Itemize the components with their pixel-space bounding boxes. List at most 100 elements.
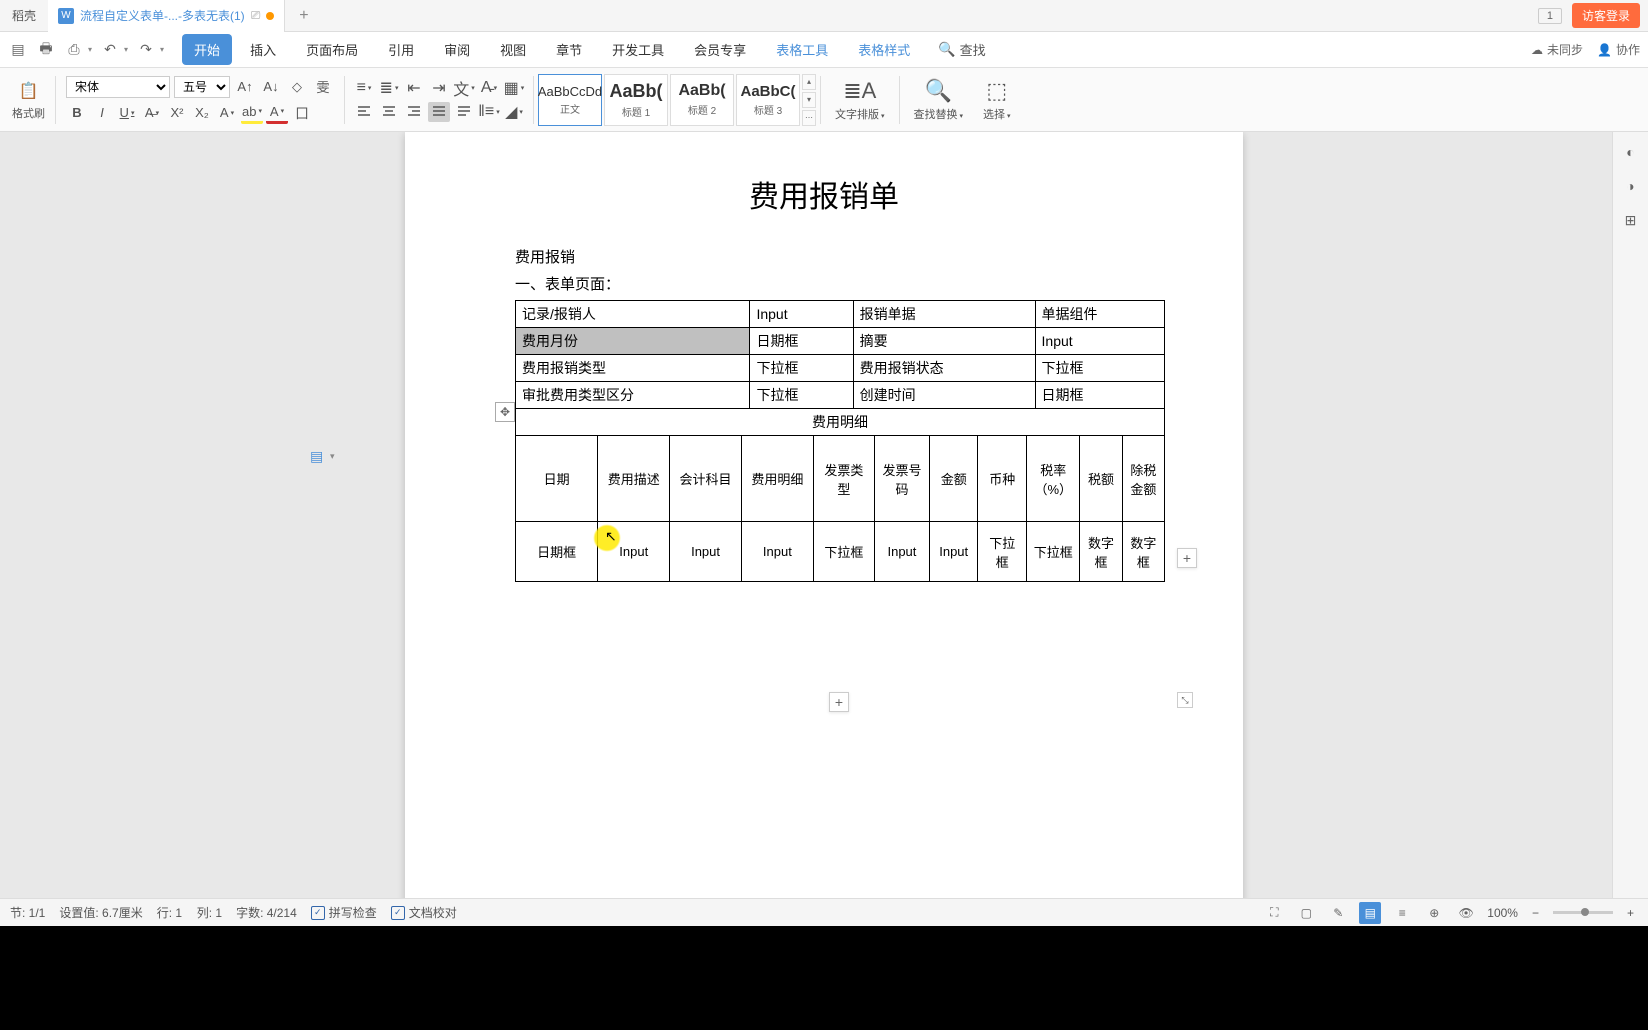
add-column-button[interactable]: + [1177, 548, 1197, 568]
superscript-button[interactable]: X² [166, 102, 188, 124]
bullet-list-button[interactable]: ≡▾ [353, 78, 375, 98]
number-list-button[interactable]: ≣▾ [378, 78, 400, 98]
fullscreen-view-button[interactable]: ⛶ [1263, 902, 1285, 924]
edit-view-button[interactable]: ✎ [1327, 902, 1349, 924]
print-preview-icon[interactable]: ⎙ [64, 40, 84, 60]
italic-button[interactable]: I [91, 102, 113, 124]
highlight-button[interactable]: ab▾ [241, 102, 263, 124]
undo-dropdown-icon[interactable]: ▾ [124, 45, 128, 54]
document-tab[interactable]: W 流程自定义表单-...-多表无表(1) ⎚ [48, 0, 285, 32]
zoom-in-button[interactable]: + [1623, 906, 1638, 920]
home-tab[interactable]: 稻壳 [0, 7, 48, 24]
subscript-button[interactable]: X₂ [191, 102, 213, 124]
undo-icon[interactable]: ↶ [100, 40, 120, 60]
increase-indent-button[interactable]: ⇥ [428, 78, 450, 98]
tab-insert[interactable]: 插入 [238, 34, 288, 65]
dropdown-icon[interactable]: ▾ [330, 451, 335, 462]
bold-button[interactable]: B [66, 102, 88, 124]
text-direction-button[interactable]: 文▾ [453, 78, 475, 98]
status-wordcount[interactable]: 字数: 4/214 [236, 904, 297, 921]
detail-table[interactable]: 日期 费用描述 会计科目 费用明细 发票类型 发票号码 金额 币种 税率（%） … [515, 435, 1165, 582]
redo-icon[interactable]: ↷ [136, 40, 156, 60]
line-spacing-button[interactable]: ‖≡▾ [478, 102, 500, 122]
add-tab-button[interactable]: + [285, 7, 322, 25]
notification-badge[interactable]: 1 [1538, 8, 1562, 24]
style-heading1[interactable]: AaBb( 标题 1 [604, 74, 668, 126]
guest-login-button[interactable]: 访客登录 [1572, 3, 1640, 28]
font-name-select[interactable]: 宋体 [66, 76, 170, 98]
tab-sections[interactable]: 章节 [544, 34, 594, 65]
qat-dropdown-icon[interactable]: ▾ [88, 45, 92, 54]
table-move-handle[interactable]: ✥ [495, 402, 515, 422]
save-icon[interactable]: ▤ [8, 40, 28, 60]
sidebar-tool-3[interactable]: ⊞ [1621, 210, 1641, 230]
text-effects-button[interactable]: A▾ [216, 102, 238, 124]
tab-developer[interactable]: 开发工具 [600, 34, 676, 65]
form-table[interactable]: 记录/报销人Input报销单据单据组件 费用月份日期框摘要Input 费用报销类… [515, 300, 1165, 436]
docproof-button[interactable]: ✓ 文档校对 [391, 904, 457, 921]
page-view-button[interactable]: ▤ [1359, 902, 1381, 924]
paste-icon[interactable]: 📋 [17, 79, 41, 103]
zoom-value[interactable]: 100% [1487, 906, 1518, 920]
style-up-button[interactable]: ▴ [802, 74, 816, 90]
underline-button[interactable]: U▾ [116, 102, 138, 124]
nosync-button[interactable]: ☁ 未同步 [1531, 41, 1583, 58]
tab-review[interactable]: 审阅 [432, 34, 482, 65]
tab-page-layout[interactable]: 页面布局 [294, 34, 370, 65]
text-typeset-button[interactable]: ≣A 文字排版▾ [825, 78, 895, 122]
select-button[interactable]: ⬚ 选择▾ [973, 78, 1021, 122]
phonetic-icon[interactable]: 雯 [312, 76, 334, 98]
tab-table-styles[interactable]: 表格样式 [846, 34, 922, 65]
qat-more-icon[interactable]: ▾ [160, 45, 164, 54]
tab-member[interactable]: 会员专享 [682, 34, 758, 65]
char-shading-button[interactable]: 囗 [291, 102, 313, 124]
shading-button[interactable]: ◢▾ [503, 102, 525, 122]
eye-view-button[interactable]: 👁 [1455, 902, 1477, 924]
print-icon[interactable]: 🖶 [36, 40, 56, 60]
outline-view-button[interactable]: ≡ [1391, 902, 1413, 924]
status-row[interactable]: 行: 1 [157, 904, 182, 921]
doc-settings-icon[interactable]: ▤ [310, 448, 326, 464]
status-setting[interactable]: 设置值: 6.7厘米 [59, 904, 142, 921]
style-more-button[interactable]: ⋯ [802, 110, 816, 126]
font-color-button[interactable]: A▾ [266, 102, 288, 124]
selected-cell[interactable]: 费用月份 [516, 328, 750, 355]
add-row-button[interactable]: + [829, 692, 849, 712]
tab-start[interactable]: 开始 [182, 34, 232, 65]
style-down-button[interactable]: ▾ [802, 92, 816, 108]
tab-table-tools[interactable]: 表格工具 [764, 34, 840, 65]
font-size-select[interactable]: 五号 [174, 76, 230, 98]
clear-format-icon[interactable]: ◇ [286, 76, 308, 98]
search-box[interactable]: 🔍 查找 [938, 40, 985, 59]
asian-layout-button[interactable]: А̵▾ [478, 78, 500, 98]
borders-button[interactable]: ▦▾ [503, 78, 525, 98]
spellcheck-button[interactable]: ✓ 拼写检查 [311, 904, 377, 921]
detail-header[interactable]: 费用明细 [516, 409, 1165, 436]
collab-button[interactable]: 👤 协作 [1597, 41, 1640, 58]
align-justify-button[interactable] [428, 102, 450, 122]
decrease-indent-button[interactable]: ⇤ [403, 78, 425, 98]
web-view-button[interactable]: ⊕ [1423, 902, 1445, 924]
zoom-slider[interactable] [1553, 911, 1613, 914]
format-painter-label[interactable]: 格式刷 [12, 105, 45, 121]
strikethrough-button[interactable]: A̶▾ [141, 102, 163, 124]
sidebar-tool-2[interactable]: ◑ [1621, 176, 1641, 196]
document-area[interactable]: 费用报销单 费用报销 一、表单页面： ✥ 记录/报销人Input报销单据单据组件… [0, 132, 1648, 898]
status-col[interactable]: 列: 1 [197, 904, 222, 921]
find-replace-button[interactable]: 🔍 查找替换▾ [904, 78, 974, 122]
align-center-button[interactable] [378, 102, 400, 122]
sidebar-tool-1[interactable]: ◐ [1621, 142, 1641, 162]
align-distribute-button[interactable] [453, 102, 475, 122]
style-heading3[interactable]: AaBbC( 标题 3 [736, 74, 800, 126]
decrease-font-icon[interactable]: A↓ [260, 76, 282, 98]
align-left-button[interactable] [353, 102, 375, 122]
read-view-button[interactable]: ▢ [1295, 902, 1317, 924]
tab-references[interactable]: 引用 [376, 34, 426, 65]
table-resize-handle[interactable]: ⤡ [1177, 692, 1193, 708]
zoom-out-button[interactable]: − [1528, 906, 1543, 920]
increase-font-icon[interactable]: A↑ [234, 76, 256, 98]
style-normal[interactable]: AaBbCcDd 正文 [538, 74, 602, 126]
style-heading2[interactable]: AaBb( 标题 2 [670, 74, 734, 126]
status-section[interactable]: 节: 1/1 [10, 904, 45, 921]
tab-view[interactable]: 视图 [488, 34, 538, 65]
